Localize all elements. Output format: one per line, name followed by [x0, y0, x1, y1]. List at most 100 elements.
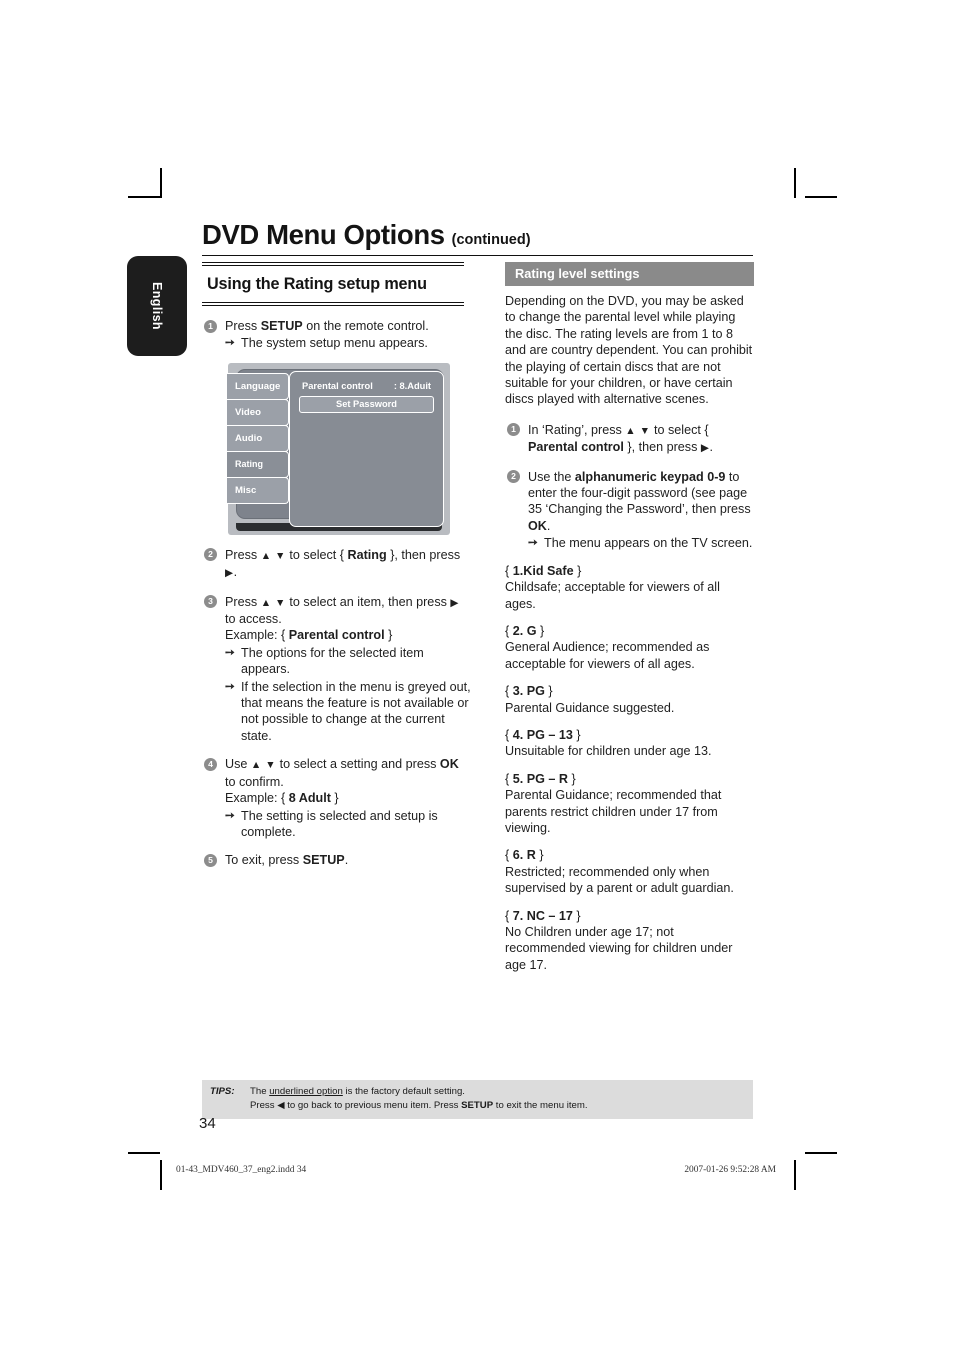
left-step-1-bold-setup: SETUP	[260, 319, 303, 333]
left-step-5-text-b: .	[344, 853, 349, 868]
tips-bold-setup: SETUP	[461, 1100, 494, 1111]
setup-tab-video-label: Video	[235, 406, 261, 418]
rating-level-description: Parental Guidance; recommended that pare…	[505, 788, 722, 835]
rating-level-settings-bar: Rating level settings	[505, 262, 754, 286]
parental-control-label: Parental control	[302, 380, 373, 391]
page-title-block: DVD Menu Options (continued)	[202, 219, 753, 256]
step-number-badge: 2	[507, 470, 520, 484]
left-column: Using the Rating setup menu 1 Press SETU…	[202, 262, 472, 869]
step-number-badge: 5	[204, 853, 217, 867]
right-step-2-sub-1: ➙ The menu appears on the TV screen.	[528, 535, 754, 551]
setup-tab-misc[interactable]: Misc	[227, 476, 289, 504]
right-step-1-bold-parental: Parental control	[528, 440, 624, 455]
left-step-3-text-a: Press	[225, 594, 261, 609]
left-step-2-text-b: to select {	[285, 547, 348, 562]
left-step-1-sub-1-text: The system setup menu appears.	[241, 336, 428, 351]
section-heading-rule-bottom	[202, 302, 464, 306]
arrow-right-icon: ➙	[225, 337, 235, 350]
setup-tab-audio[interactable]: Audio	[227, 424, 289, 452]
rating-level-key: { 6. R }	[505, 847, 754, 863]
tips-line-1: TIPS: The underlined option is the facto…	[202, 1085, 753, 1099]
left-step-4: 4 Use ▲ ▼ to select a setting and press …	[202, 756, 472, 840]
rating-level-key: { 7. NC – 17 }	[505, 908, 754, 924]
setup-tab-video[interactable]: Video	[227, 398, 289, 426]
rating-key-close: }	[572, 727, 581, 742]
step-number-badge: 1	[204, 319, 217, 333]
page-title: DVD Menu Options	[202, 219, 445, 250]
tips-line-1-b: is the factory default setting.	[342, 1086, 465, 1097]
rating-level-item: { 7. NC – 17 } No Children under age 17;…	[505, 908, 754, 974]
parental-control-value: : 8.Aduit	[393, 380, 431, 391]
left-step-1-sub-1: ➙ The system setup menu appears.	[225, 335, 472, 351]
left-step-3: 3 Press ▲ ▼ to select an item, then pres…	[202, 594, 472, 745]
left-step-3-example-end: }	[384, 628, 393, 643]
rating-key-close: }	[544, 684, 553, 699]
rating-level-intro-text: Depending on the DVD, you may be asked t…	[505, 294, 753, 407]
left-step-3-example: Example: { Parental control }	[225, 627, 472, 643]
left-step-3-sub-1: ➙ The options for the selected item appe…	[225, 645, 472, 678]
left-step-1-text-a: Press	[225, 319, 261, 333]
right-step-2-text-c: .	[546, 518, 551, 533]
left-step-3-sub-2-text: If the selection in the menu is greyed o…	[241, 679, 471, 743]
setup-tab-rating-label: Rating	[235, 459, 263, 470]
rating-level-key: { 5. PG – R }	[505, 771, 754, 787]
crop-mark-bottom-right-horizontal	[805, 1152, 837, 1154]
rating-level-key: { 3. PG }	[505, 683, 754, 699]
right-step-2-text-a: Use the	[528, 469, 575, 484]
rating-level-description: Childsafe; acceptable for viewers of all…	[505, 580, 720, 611]
rating-key-close: }	[572, 908, 581, 923]
left-step-4-sub-1-text: The setting is selected and setup is com…	[241, 808, 438, 839]
rating-key-close: }	[536, 623, 545, 638]
left-step-3-text-c: to access.	[225, 612, 282, 627]
rating-key-open: {	[505, 848, 513, 863]
tips-line-2: Press ◀ to go back to previous menu item…	[202, 1099, 753, 1113]
rating-level-key: { 1.Kid Safe }	[505, 563, 754, 579]
up-down-arrows-icon: ▲ ▼	[625, 424, 651, 437]
arrow-right-icon: ➙	[225, 809, 235, 822]
left-step-3-example-bold: Parental control	[288, 628, 385, 643]
left-step-2: 2 Press ▲ ▼ to select { Rating }, then p…	[202, 547, 472, 582]
rating-key-label: 1.Kid Safe	[512, 563, 574, 578]
left-step-2-bold-rating: Rating	[347, 547, 387, 562]
rating-level-item: { 4. PG – 13 } Unsuitable for children u…	[505, 727, 754, 760]
page-title-continued: (continued)	[451, 232, 531, 248]
step-number-badge: 4	[204, 757, 217, 771]
setup-tab-language[interactable]: Language	[227, 372, 289, 400]
left-step-2-text-c: }, then press	[386, 547, 461, 562]
rating-key-label: 2. G	[512, 623, 537, 638]
crop-mark-bottom-left-horizontal	[128, 1152, 160, 1154]
rating-level-description: No Children under age 17; not recommende…	[505, 925, 733, 972]
rating-key-open: {	[505, 684, 513, 699]
tips-box: TIPS: The underlined option is the facto…	[202, 1080, 753, 1119]
set-password-button-label: Set Password	[336, 399, 397, 410]
setup-menu-panel: Parental control : 8.Aduit Set Password	[289, 370, 444, 527]
right-step-2-bold-ok: OK	[528, 518, 547, 533]
crop-mark-top-left-horizontal	[128, 196, 160, 198]
setup-tab-rating[interactable]: Rating	[227, 450, 289, 478]
right-step-1-text-d: .	[709, 440, 713, 455]
set-password-button[interactable]: Set Password	[299, 395, 434, 413]
right-step-1: 1 In ‘Rating’, press ▲ ▼ to select { Par…	[505, 422, 754, 457]
tips-line-2-b: to go back to previous menu item. Press	[284, 1100, 462, 1111]
arrow-right-icon: ➙	[528, 537, 538, 550]
rating-level-description: Parental Guidance suggested.	[505, 700, 675, 715]
up-down-arrows-icon: ▲ ▼	[260, 549, 286, 562]
section-heading: Using the Rating setup menu	[207, 275, 427, 293]
crop-mark-top-right-vertical	[794, 168, 796, 198]
crop-mark-top-left-vertical	[160, 168, 162, 198]
rating-key-label: 6. R	[512, 848, 536, 863]
left-step-4-example: Example: { 8 Adult }	[225, 790, 472, 806]
tips-label: TIPS:	[210, 1086, 235, 1097]
left-step-4-sub-1: ➙ The setting is selected and setup is c…	[225, 808, 472, 841]
print-footer-filename: 01-43_MDV460_37_eng2.indd 34	[176, 1165, 307, 1175]
left-arrow-icon: ◀	[277, 1100, 285, 1111]
print-footer: 01-43_MDV460_37_eng2.indd 34 2007-01-26 …	[0, 1165, 954, 1181]
right-step-2-sub-1-text: The menu appears on the TV screen.	[544, 536, 753, 551]
tips-label-spacer	[202, 1099, 250, 1113]
tips-line-1-a: The	[250, 1086, 270, 1097]
rating-key-label: 7. NC – 17	[512, 908, 573, 923]
right-column: Rating level settings Depending on the D…	[505, 262, 754, 973]
language-side-tab-label: English	[150, 282, 164, 330]
left-step-1: 1 Press SETUP on the remote control. ➙ T…	[202, 318, 472, 352]
rating-level-description: Restricted; recommended only when superv…	[505, 864, 734, 896]
